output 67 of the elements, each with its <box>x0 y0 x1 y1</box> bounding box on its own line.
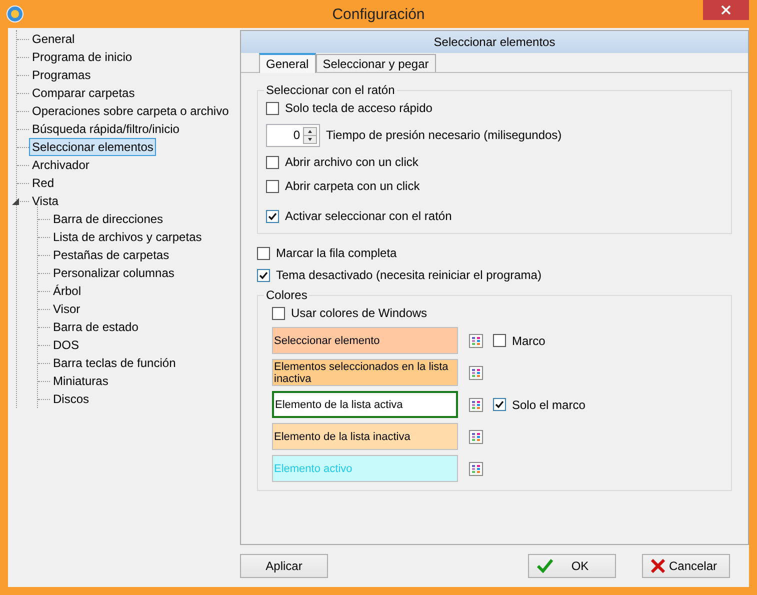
panel-header: Seleccionar elementos <box>241 31 748 53</box>
tree-item[interactable]: Lista de archivos y carpetas <box>50 228 205 246</box>
checkbox-label: Usar colores de Windows <box>291 306 428 320</box>
color-picker-icon[interactable] <box>469 398 483 412</box>
checkbox[interactable] <box>266 102 279 114</box>
app-logo-icon <box>6 5 24 23</box>
checkbox[interactable] <box>257 268 270 282</box>
tree-item[interactable]: DOS <box>50 336 82 354</box>
color-picker-icon[interactable] <box>469 430 483 444</box>
checkmark-icon <box>537 559 553 573</box>
color-sample: Seleccionar elemento <box>272 327 458 354</box>
window-title: Configuración <box>331 6 426 22</box>
tree-item[interactable]: Pestañas de carpetas <box>50 246 172 264</box>
tab[interactable]: Seleccionar y pegar <box>316 54 436 72</box>
checkbox[interactable] <box>266 180 279 192</box>
tree-item[interactable]: Vista <box>29 192 62 210</box>
checkbox[interactable] <box>257 246 270 260</box>
color-picker-icon[interactable] <box>469 366 483 380</box>
color-picker-icon[interactable] <box>469 334 483 348</box>
tree-item[interactable]: Programas <box>29 66 94 84</box>
tree-item[interactable]: Programa de inicio <box>29 48 136 66</box>
ok-button[interactable]: OK <box>528 554 616 578</box>
checkbox-label: Activar seleccionar con el ratón <box>285 209 452 223</box>
expanded-arrow-icon[interactable] <box>12 198 19 204</box>
checkbox[interactable] <box>266 210 279 222</box>
tree-item[interactable]: Árbol <box>50 282 84 300</box>
spinner-label: Tiempo de presión necesario (milisegundos) <box>326 128 562 142</box>
group-title: Colores <box>265 288 308 302</box>
spinner-arrows-icon[interactable] <box>303 126 317 144</box>
checkbox[interactable] <box>493 334 506 347</box>
tree-item[interactable]: Miniaturas <box>50 372 112 390</box>
tree-item[interactable]: Red <box>29 174 58 192</box>
checkbox-label: Tema desactivado (necesita reiniciar el programa) <box>276 268 542 282</box>
color-sample: Elemento activo <box>272 455 458 482</box>
tree-item[interactable]: Operaciones sobre carpeta o archivo <box>29 102 232 120</box>
checkbox-label: Marcar la fila completa <box>276 246 397 260</box>
tree-item[interactable]: Barra teclas de función <box>50 354 179 372</box>
color-picker-icon[interactable] <box>469 462 483 476</box>
tree-item[interactable]: General <box>29 30 78 48</box>
checkbox-label: Marco <box>512 334 546 348</box>
tree-item[interactable]: Discos <box>50 390 92 408</box>
tree-item[interactable]: Búsqueda rápida/filtro/inicio <box>29 120 182 138</box>
close-icon <box>721 5 731 15</box>
tree-item[interactable]: Comparar carpetas <box>29 84 138 102</box>
checkbox[interactable] <box>272 306 285 320</box>
checkbox-label: Abrir archivo con un click <box>285 155 418 169</box>
close-button[interactable] <box>703 0 749 20</box>
number-spinner[interactable]: 0 <box>266 124 320 146</box>
cancel-button[interactable]: Cancelar <box>642 554 730 578</box>
checkbox[interactable] <box>493 398 506 411</box>
tree-item[interactable]: Seleccionar elementos <box>29 138 156 156</box>
tree-item[interactable]: Personalizar columnas <box>50 264 178 282</box>
color-sample: Elementos seleccionados en la lista inactiva <box>272 359 458 386</box>
checkbox-label: Solo el marco <box>512 398 586 412</box>
tab[interactable]: General <box>259 53 316 73</box>
cross-icon <box>651 559 665 573</box>
checkbox-label: Abrir carpeta con un click <box>285 179 420 193</box>
tree-item[interactable]: Barra de estado <box>50 318 142 336</box>
tree-item[interactable]: Archivador <box>29 156 92 174</box>
apply-button[interactable]: Aplicar <box>240 554 328 578</box>
tree-item[interactable]: Visor <box>50 300 84 318</box>
color-sample: Elemento de la lista activa <box>272 391 458 418</box>
tree-item[interactable]: Barra de direcciones <box>50 210 166 228</box>
color-sample: Elemento de la lista inactiva <box>272 423 458 450</box>
group-title: Seleccionar con el ratón <box>265 83 396 97</box>
checkbox[interactable] <box>266 156 279 168</box>
checkbox-label: Solo tecla de acceso rápido <box>285 101 432 115</box>
